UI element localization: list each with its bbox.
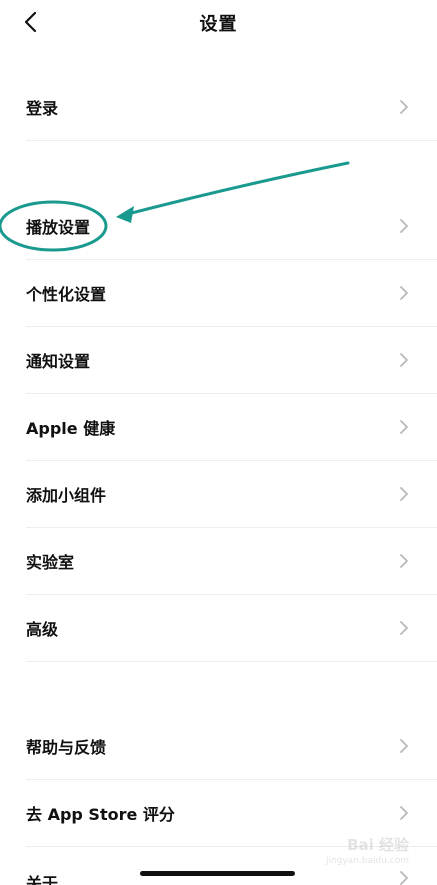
row-label: 帮助与反馈 xyxy=(26,738,107,757)
row-label: 去 App Store 评分 xyxy=(26,805,175,824)
row-label: 通知设置 xyxy=(26,352,91,371)
row-label: 登录 xyxy=(26,99,59,118)
watermark: Bai 经验 jingyan.baidu.com xyxy=(326,834,409,866)
row-label: 个性化设置 xyxy=(26,285,107,304)
page-title: 设置 xyxy=(199,14,238,35)
settings-row-login[interactable]: 登录 xyxy=(0,74,437,140)
row-label: 关于 xyxy=(26,874,59,885)
settings-row-widgets[interactable]: 添加小组件 xyxy=(0,461,437,527)
home-indicator xyxy=(140,871,295,876)
divider xyxy=(26,661,437,662)
chevron-right-icon xyxy=(400,554,408,568)
chevron-right-icon xyxy=(400,621,408,635)
chevron-right-icon xyxy=(400,100,408,114)
row-label: 实验室 xyxy=(26,553,75,572)
chevron-right-icon xyxy=(400,353,408,367)
settings-row-apple-health[interactable]: Apple 健康 xyxy=(0,394,437,460)
row-label: 添加小组件 xyxy=(26,486,107,505)
settings-row-notifications[interactable]: 通知设置 xyxy=(0,327,437,393)
row-label: Apple 健康 xyxy=(26,419,116,438)
chevron-right-icon xyxy=(400,871,408,885)
row-label: 高级 xyxy=(26,620,59,639)
watermark-url: jingyan.baidu.com xyxy=(325,856,409,866)
chevron-right-icon xyxy=(400,739,408,753)
chevron-right-icon xyxy=(400,219,408,233)
nav-bar: 设置 xyxy=(0,0,437,44)
settings-row-playback[interactable]: 播放设置 xyxy=(0,193,437,259)
watermark-brand: Bai 经验 xyxy=(347,836,409,854)
settings-row-lab[interactable]: 实验室 xyxy=(0,528,437,594)
row-label: 播放设置 xyxy=(26,218,91,237)
chevron-right-icon xyxy=(400,806,408,820)
divider xyxy=(26,140,437,141)
chevron-right-icon xyxy=(400,420,408,434)
settings-row-help-feedback[interactable]: 帮助与反馈 xyxy=(0,713,437,779)
settings-row-advanced[interactable]: 高级 xyxy=(0,595,437,661)
chevron-right-icon xyxy=(400,286,408,300)
chevron-right-icon xyxy=(400,487,408,501)
settings-row-personalization[interactable]: 个性化设置 xyxy=(0,260,437,326)
